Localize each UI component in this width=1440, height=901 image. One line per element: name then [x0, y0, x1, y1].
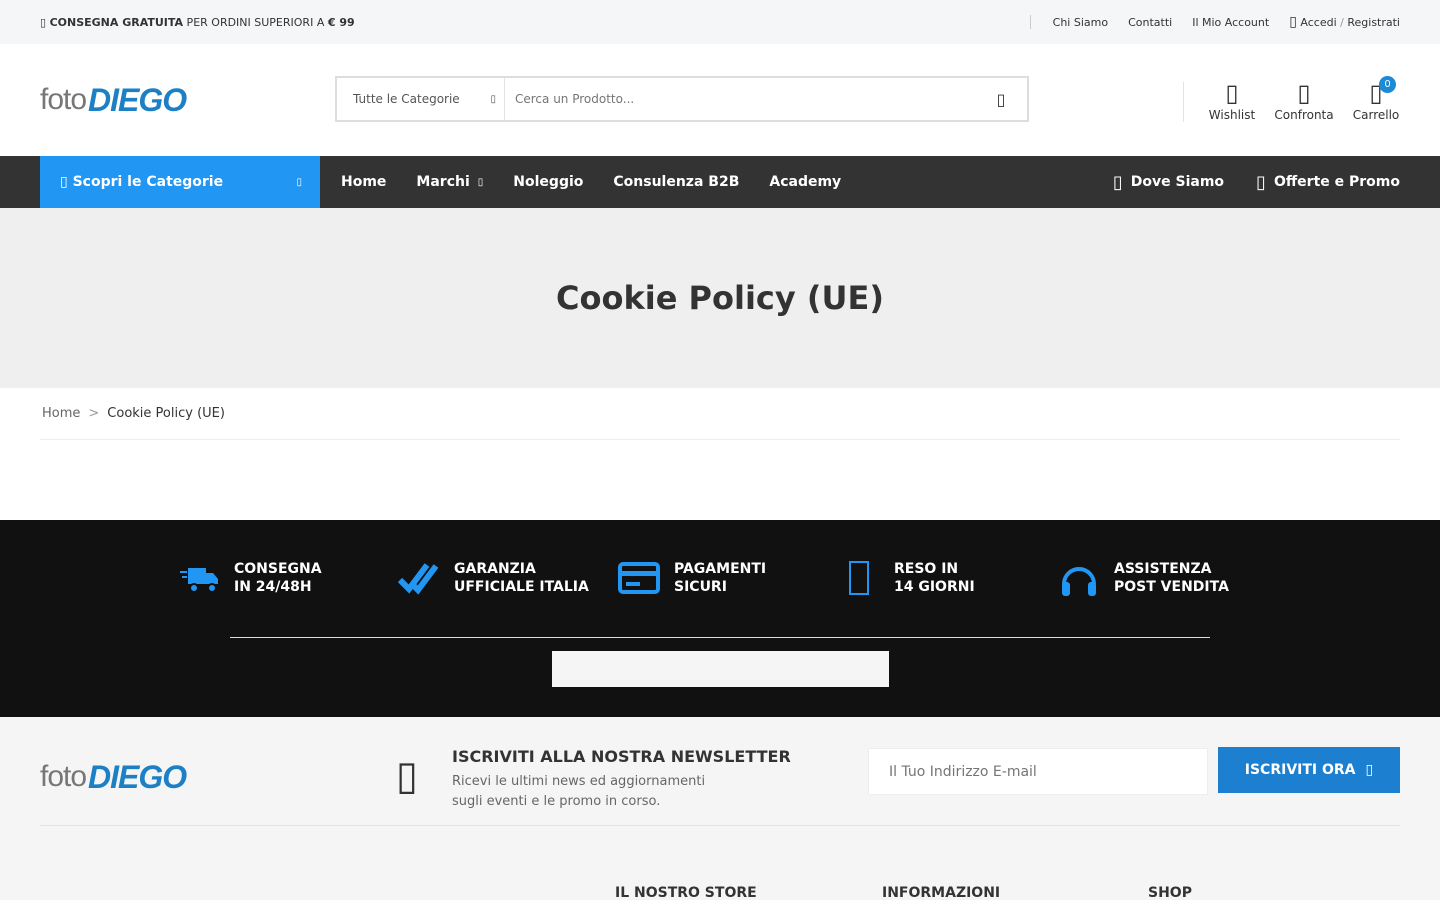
feature-shipping: CONSEGNA IN 24/48H: [178, 558, 398, 598]
header-actions: ▯ Wishlist ▯ Confronta ▯ 0 Carrello: [1183, 76, 1400, 122]
nav-offerte[interactable]: ▯ Offerte e Promo: [1256, 172, 1400, 193]
login-register: ▯ Accedi / Registrati: [1289, 14, 1400, 30]
newsletter-description: Ricevi le ultimi news ed aggiornamenti su…: [452, 774, 706, 809]
nav-item-noleggio[interactable]: Noleggio: [513, 174, 583, 190]
divider: [1029, 15, 1031, 29]
newsletter-email-input[interactable]: [868, 748, 1208, 795]
feature-returns: RESO IN 14 GIORNI: [838, 558, 1058, 598]
credit-card-icon: [618, 562, 660, 594]
cart-count-badge: 0: [1379, 76, 1396, 93]
header: fotoDIEGO Tutte le Categorie ▯ ▯ ▯ Wishl…: [0, 44, 1440, 156]
feature-warranty: GARANZIA UFFICIALE ITALIA: [398, 558, 618, 598]
cart-button[interactable]: ▯ 0 Carrello: [1352, 76, 1400, 122]
page-title: Cookie Policy (UE): [556, 279, 884, 317]
compare-icon: ▯: [1297, 79, 1311, 107]
features-band: CONSEGNA IN 24/48H GARANZIA UFFICIALE ITAL…: [0, 520, 1440, 717]
page-hero: Cookie Policy (UE): [0, 208, 1440, 388]
footer-col-store: IL NOSTRO STORE: [615, 885, 757, 901]
chevron-down-icon: ▯: [477, 176, 484, 188]
search-bar: Tutte le Categorie ▯ ▯: [335, 76, 1029, 122]
menu-icon: ▯: [60, 174, 73, 190]
logo[interactable]: foto DIEGO: [40, 80, 336, 120]
subscribe-button[interactable]: ISCRIVITI ORA ▯: [1218, 747, 1400, 793]
nav-item-home[interactable]: Home: [341, 174, 386, 190]
nav-dove-siamo[interactable]: ▯ Dove Siamo: [1113, 172, 1224, 193]
footer-col-shop: SHOP: [1148, 885, 1192, 901]
feature-payments: PAGAMENTI SICURI: [618, 558, 838, 598]
truck-icon: [180, 568, 218, 593]
top-bar: ▯ CONSEGNA GRATUITA PER ORDINI SUPERIORI…: [0, 0, 1440, 44]
newsletter-section: foto DIEGO ▯ ISCRIVITI ALLA NOSTRA NEWSLE…: [40, 717, 1400, 826]
placeholder-box: [552, 651, 889, 687]
divider: [1183, 82, 1184, 122]
envelope-icon: ▯: [396, 753, 419, 799]
login-link[interactable]: Accedi: [1300, 16, 1336, 29]
newsletter-title: ISCRIVITI ALLA NOSTRA NEWSLETTER: [452, 747, 791, 766]
compare-button[interactable]: ▯ Confronta: [1274, 79, 1333, 122]
categories-menu-button[interactable]: ▯ Scopri le Categorie ▯: [40, 156, 320, 208]
footer-logo[interactable]: foto DIEGO: [40, 757, 336, 797]
search-input[interactable]: [505, 78, 975, 120]
footer: foto DIEGO ▯ ISCRIVITI ALLA NOSTRA NEWSLE…: [0, 717, 1440, 901]
map-pin-icon: ▯: [1112, 171, 1123, 193]
footer-columns: IL NOSTRO STORE INFORMAZIONI SHOP: [0, 826, 1440, 901]
nav-item-academy[interactable]: Academy: [769, 174, 841, 190]
chevron-down-icon: ▯: [490, 93, 496, 105]
wishlist-button[interactable]: ▯ Wishlist: [1208, 80, 1256, 122]
footer-col-info: INFORMAZIONI: [882, 885, 1001, 901]
breadcrumb-home[interactable]: Home: [42, 406, 80, 421]
user-icon: ▯: [1289, 14, 1297, 30]
search-icon: ▯: [996, 89, 1006, 109]
link-account[interactable]: Il Mio Account: [1192, 16, 1269, 29]
nav-item-marchi[interactable]: Marchi ▯: [416, 174, 483, 190]
top-links: Chi Siamo Contatti Il Mio Account ▯ Acce…: [1029, 14, 1400, 30]
nav-right: ▯ Dove Siamo ▯ Offerte e Promo: [1113, 172, 1400, 193]
feature-support: ASSISTENZA POST VENDITA: [1058, 558, 1278, 598]
main-nav: ▯ Scopri le Categorie ▯ Home Marchi ▯ Nol…: [0, 156, 1440, 208]
register-link[interactable]: Registrati: [1347, 16, 1400, 29]
link-contatti[interactable]: Contatti: [1128, 16, 1172, 29]
link-chi-siamo[interactable]: Chi Siamo: [1053, 16, 1108, 29]
nav-item-consulenza[interactable]: Consulenza B2B: [613, 174, 739, 190]
tag-icon: ▯: [1256, 171, 1266, 193]
promo-icon: ▯: [40, 15, 50, 29]
search-button[interactable]: ▯: [975, 78, 1027, 120]
double-check-icon: [398, 563, 439, 595]
nav-menu: Home Marchi ▯ Noleggio Consulenza B2B Aca…: [341, 174, 841, 190]
heart-icon: ▯: [1225, 79, 1239, 107]
category-select[interactable]: Tutte le Categorie ▯: [337, 78, 505, 120]
breadcrumb-current: Cookie Policy (UE): [107, 406, 225, 421]
return-icon: [849, 561, 869, 595]
free-shipping-promo: ▯ CONSEGNA GRATUITA PER ORDINI SUPERIORI…: [40, 15, 355, 29]
send-icon: ▯: [1365, 762, 1374, 778]
headphones-icon: [1062, 567, 1096, 596]
divider: [230, 637, 1210, 638]
breadcrumb: Home > Cookie Policy (UE): [40, 388, 1400, 440]
chevron-down-icon: ▯: [296, 176, 302, 188]
